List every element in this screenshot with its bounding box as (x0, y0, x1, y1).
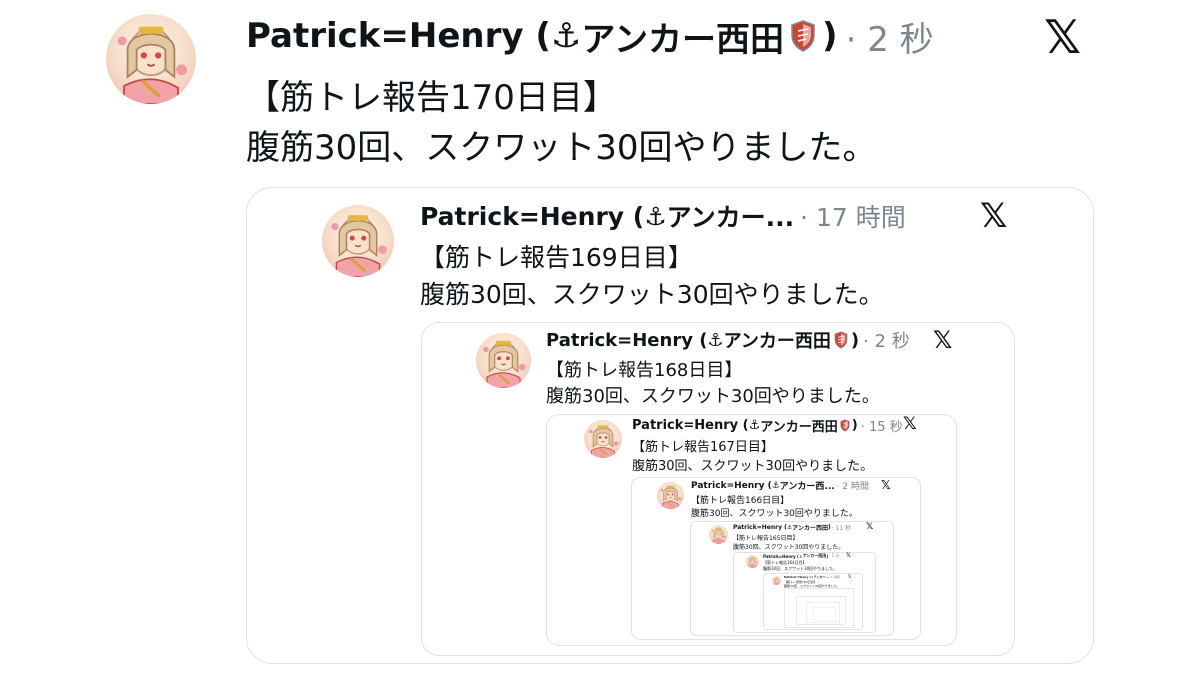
anchor-icon: ⚓ (748, 417, 761, 433)
post-title: 【筋トレ報告170日目】 (246, 78, 617, 118)
timestamp[interactable]: · 1 時間 (829, 575, 840, 579)
anchor-icon: ⚓ (550, 16, 582, 56)
post-body: 腹筋30回、スクワット30回やりました。 (246, 128, 877, 168)
author-name-close: ) (822, 16, 838, 56)
author-name-suffix[interactable]: アンカー西田 (724, 327, 831, 353)
post-title: 【筋トレ報告167日目】 (632, 440, 774, 455)
post-header: Patrick=Henry ( ⚓ アンカー西田 ) · 2 秒 (546, 327, 910, 353)
author-name-suffix[interactable]: アンカー... (667, 198, 795, 234)
quote-card-level-11 (813, 607, 836, 621)
avatar[interactable] (772, 576, 781, 585)
author-name-suffix[interactable]: アンカー西田 (581, 12, 784, 61)
author-name-close: ) (851, 417, 858, 433)
shield-icon (834, 331, 848, 349)
avatar[interactable] (584, 420, 622, 458)
author-name[interactable]: Patrick=Henry ( (733, 524, 787, 531)
post-body: 腹筋30回、スクワット30回やりました。 (632, 459, 874, 474)
author-name[interactable]: Patrick=Henry ( (546, 330, 707, 351)
timestamp[interactable]: · 2 秒 (846, 12, 934, 61)
shield-icon (840, 418, 850, 432)
x-logo-icon[interactable]: 𝕏 (848, 575, 851, 579)
post-header: Patrick=Henry ( ⚓ アンカー西田 ) · 15 秒 (632, 416, 903, 435)
avatar[interactable] (746, 555, 759, 568)
author-name[interactable]: Patrick=Henry ( (246, 16, 551, 56)
author-name-suffix[interactable]: アンカー... (814, 575, 829, 579)
post-title: 【筋トレ報告168日目】 (546, 360, 743, 381)
x-logo-icon[interactable]: 𝕏 (1044, 14, 1081, 60)
x-logo-icon[interactable]: 𝕏 (866, 523, 873, 532)
anchor-icon: ⚓ (707, 329, 724, 351)
timestamp[interactable]: · 11 秒 (832, 523, 851, 532)
shield-icon (790, 20, 816, 52)
post-header: Patrick=Henry ( ⚓ アンカー西田 ) · 2 秒 (246, 12, 934, 61)
author-name[interactable]: Patrick=Henry ( (691, 481, 772, 491)
timestamp[interactable]: · 15 秒 (861, 416, 903, 435)
post-title: 【筋トレ報告169日目】 (420, 243, 693, 272)
author-name-close: ) (850, 329, 860, 351)
author-name-close: ) (826, 553, 829, 559)
x-logo-icon[interactable]: 𝕏 (846, 553, 851, 559)
author-name[interactable]: Patrick=Henry ( (763, 554, 799, 559)
post-body: 腹筋30回、スクワット30回やりました。 (691, 509, 858, 519)
post-header: Patrick=Henry ( ⚓ アンカー西田 ) · 1 分 (763, 553, 840, 559)
author-name-suffix[interactable]: アンカー西田 (760, 416, 837, 435)
post-body: 腹筋30回、スクワット30回やりました。 (763, 566, 838, 571)
author-name-suffix[interactable]: アンカー西田 (792, 523, 828, 532)
anchor-icon: ⚓ (644, 201, 667, 231)
avatar[interactable] (709, 525, 728, 544)
author-name[interactable]: Patrick=Henry ( (632, 418, 749, 433)
post-body: 腹筋30回、スクワット30回やりました。 (733, 544, 845, 551)
avatar[interactable] (657, 482, 684, 509)
avatar[interactable] (476, 333, 531, 388)
author-name-close: ) (827, 524, 831, 531)
x-logo-icon[interactable]: 𝕏 (903, 416, 917, 433)
avatar[interactable] (322, 205, 394, 277)
post-header: Patrick=Henry ( ⚓ アンカー西... · 2 時間 (691, 479, 869, 493)
post-title: 【筋トレ報告166日目】 (691, 496, 790, 506)
post-body: 腹筋30回、スクワット30回やりました。 (546, 386, 880, 407)
post-title: 【筋トレ報告165日目】 (733, 535, 799, 542)
x-logo-icon[interactable]: 𝕏 (980, 199, 1007, 233)
post-header: Patrick=Henry ( ⚓ アンカー... · 17 時間 (420, 199, 906, 233)
post-header: Patrick=Henry ( ⚓ アンカー... · 1 時間 (784, 575, 840, 579)
timestamp[interactable]: · 1 分 (829, 553, 839, 559)
post-header: Patrick=Henry ( ⚓ アンカー西田 ) · 11 秒 (733, 523, 851, 532)
avatar[interactable] (106, 14, 196, 104)
x-logo-icon[interactable]: 𝕏 (881, 479, 891, 491)
post-body: 腹筋30回、スクワット30回やりました。 (420, 280, 884, 309)
author-name-suffix[interactable]: アンカー西... (780, 479, 835, 492)
author-name[interactable]: Patrick=Henry ( (420, 202, 644, 231)
author-name-suffix[interactable]: アンカー西田 (802, 553, 826, 559)
anchor-icon: ⚓ (771, 480, 780, 491)
timestamp[interactable]: · 17 時間 (800, 198, 906, 234)
author-name[interactable]: Patrick=Henry ( (784, 575, 811, 579)
recursion-vanishing-frames (784, 588, 854, 628)
timestamp[interactable]: · 2 秒 (863, 327, 910, 353)
timestamp[interactable]: · 2 時間 (837, 479, 869, 492)
x-logo-icon[interactable]: 𝕏 (933, 328, 952, 352)
